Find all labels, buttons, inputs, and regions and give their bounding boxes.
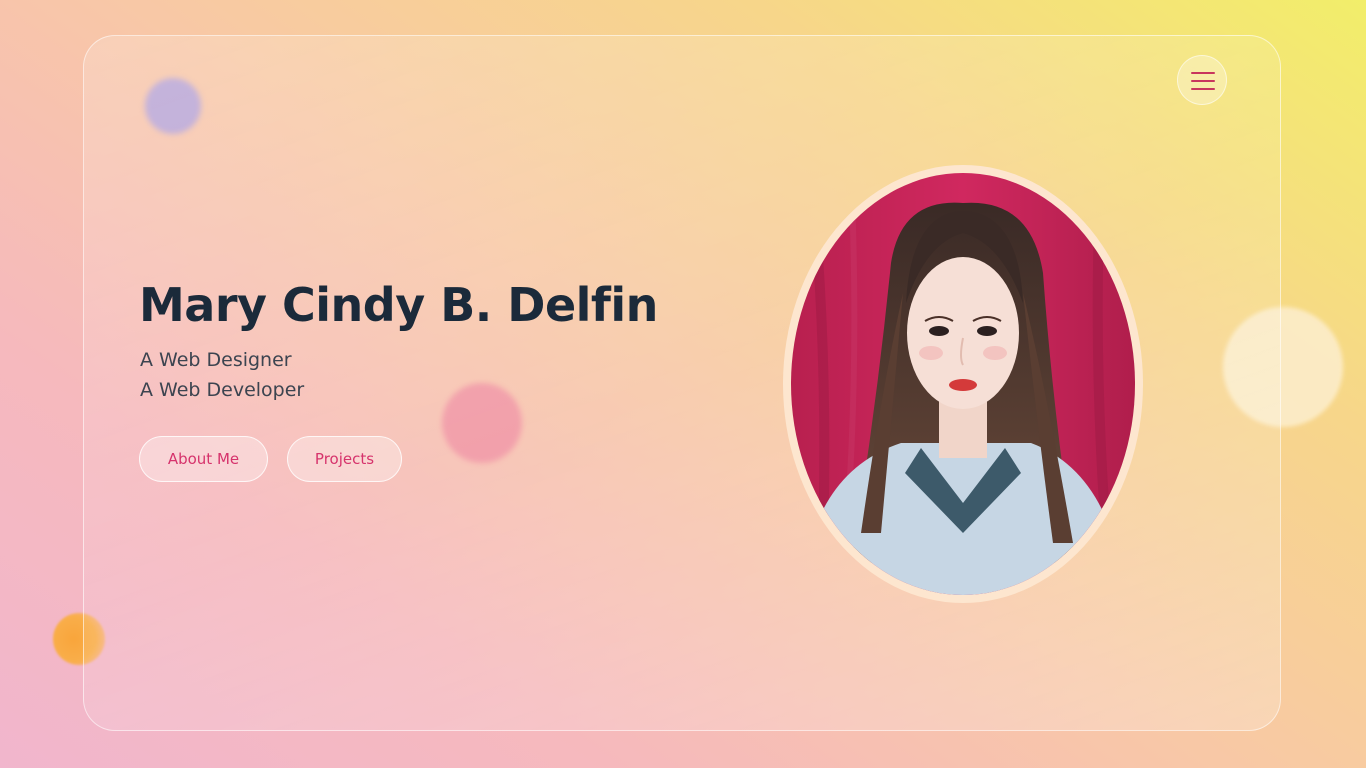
role-web-developer: A Web Developer bbox=[140, 379, 305, 401]
about-me-button[interactable]: About Me bbox=[139, 436, 268, 482]
hero-name-heading: Mary Cindy B. Delfin bbox=[139, 278, 658, 332]
hamburger-menu-button[interactable] bbox=[1177, 55, 1227, 105]
projects-button[interactable]: Projects bbox=[287, 436, 402, 482]
role-web-designer: A Web Designer bbox=[140, 349, 292, 371]
profile-photo-frame bbox=[783, 165, 1143, 603]
profile-photo-illustration bbox=[791, 173, 1135, 595]
hamburger-menu-icon bbox=[1191, 72, 1215, 74]
profile-photo bbox=[791, 173, 1135, 595]
